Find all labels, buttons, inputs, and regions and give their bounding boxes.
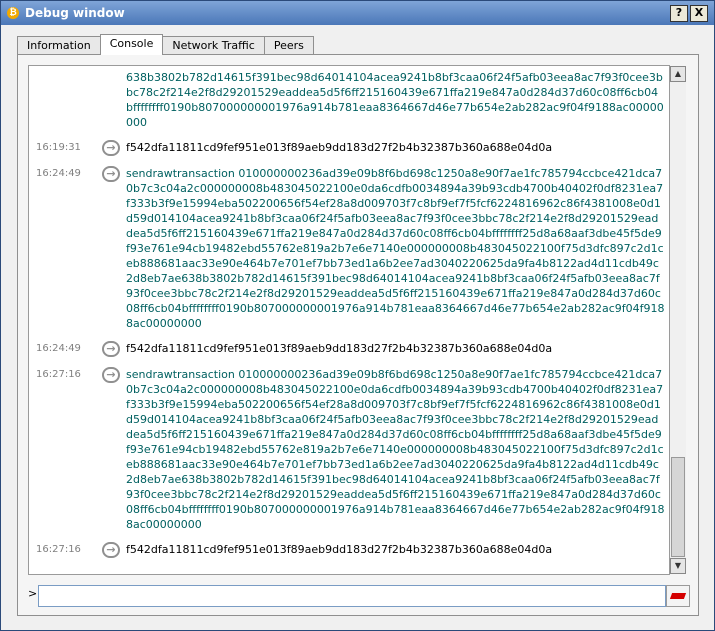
console-entry: 16:27:16 → sendrawtransaction 010000000236… — [29, 367, 669, 532]
close-button[interactable]: X — [690, 4, 708, 22]
console-scrollbar[interactable]: ▲ ▼ — [670, 66, 686, 574]
console-panel: 638b3802b782d14615f391bec98d64014104acea… — [17, 54, 699, 616]
arrow-icon: → — [102, 140, 120, 156]
clear-console-button[interactable] — [666, 585, 690, 607]
entry-direction: → — [96, 341, 126, 357]
console-entry: 16:19:31 → f542dfa11811cd9fef951e013f89aeb… — [29, 140, 669, 156]
console-prompt: > — [28, 587, 38, 600]
entry-timestamp: 16:24:49 — [36, 343, 81, 354]
console-entry: 16:24:49 → f542dfa11811cd9fef951e013f89aeb… — [29, 341, 669, 357]
entry-timestamp: 16:27:16 — [36, 369, 81, 380]
arrow-icon: → — [102, 542, 120, 558]
console-entry: 638b3802b782d14615f391bec98d64014104acea… — [29, 70, 669, 130]
entry-timestamp: 16:19:31 — [36, 142, 81, 153]
debug-window: ₿ Debug window ? X Information Console N… — [0, 0, 715, 631]
tab-peers[interactable]: Peers — [263, 36, 314, 55]
help-button[interactable]: ? — [670, 4, 688, 22]
window-title: Debug window — [25, 6, 125, 20]
entry-message: sendrawtransaction 010000000236ad39e09b8… — [126, 368, 665, 531]
arrow-icon: → — [102, 341, 120, 357]
console-input[interactable] — [38, 585, 666, 607]
entry-message: f542dfa11811cd9fef951e013f89aeb9dd183d27… — [126, 342, 553, 355]
tab-information[interactable]: Information — [17, 36, 101, 55]
arrow-icon: → — [102, 367, 120, 383]
entry-timestamp: 16:27:16 — [36, 544, 81, 555]
title-buttons: ? X — [670, 4, 708, 22]
entry-message: sendrawtransaction 010000000236ad39e09b8… — [126, 167, 665, 330]
tab-bar: Information Console Network Traffic Peer… — [17, 34, 314, 55]
entry-message: f542dfa11811cd9fef951e013f89aeb9dd183d27… — [126, 141, 553, 154]
scroll-down-button[interactable]: ▼ — [670, 558, 686, 574]
entry-message: 638b3802b782d14615f391bec98d64014104acea… — [126, 71, 664, 129]
entry-direction: → — [96, 542, 126, 558]
tab-console[interactable]: Console — [99, 34, 164, 55]
scroll-track[interactable] — [670, 82, 686, 557]
console-entry: 16:27:16 → f542dfa11811cd9fef951e013f89aeb… — [29, 542, 669, 558]
eraser-icon — [669, 593, 687, 599]
entry-timestamp: 16:24:49 — [36, 168, 81, 179]
arrow-icon: → — [102, 166, 120, 182]
entry-direction: → — [96, 166, 126, 182]
entry-direction: → — [96, 367, 126, 383]
scroll-thumb[interactable] — [671, 457, 685, 557]
entry-message: f542dfa11811cd9fef951e013f89aeb9dd183d27… — [126, 543, 553, 556]
tab-network-traffic[interactable]: Network Traffic — [162, 36, 265, 55]
console-output[interactable]: 638b3802b782d14615f391bec98d64014104acea… — [28, 65, 670, 575]
bitcoin-icon: ₿ — [7, 7, 19, 19]
entry-direction: → — [96, 140, 126, 156]
console-log: 638b3802b782d14615f391bec98d64014104acea… — [29, 70, 669, 568]
console-entry: 16:24:49 → sendrawtransaction 010000000236… — [29, 166, 669, 331]
title-bar[interactable]: ₿ Debug window ? X — [1, 1, 714, 25]
entry-timestamp — [29, 70, 96, 72]
scroll-up-button[interactable]: ▲ — [670, 66, 686, 82]
